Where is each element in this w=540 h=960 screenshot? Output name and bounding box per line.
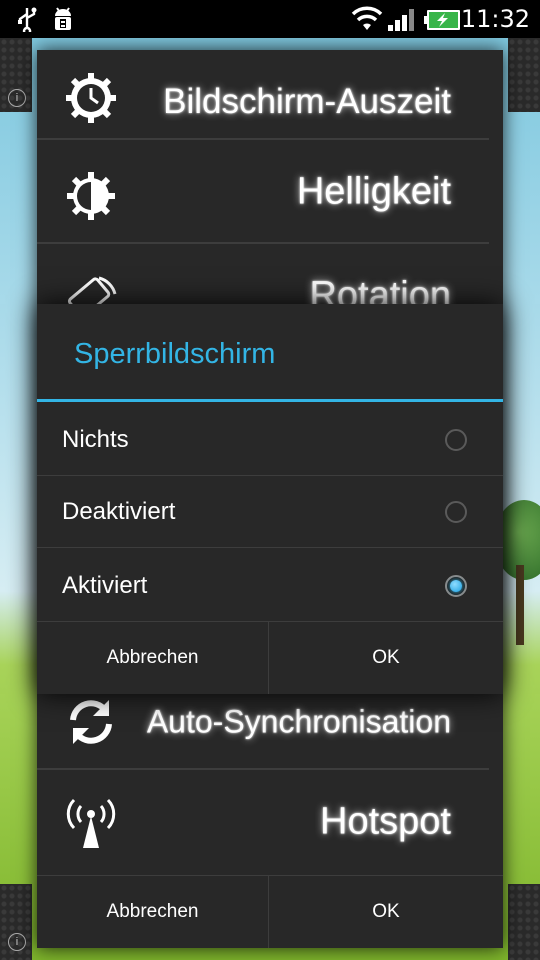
lock-dialog-buttons: Abbrechen OK — [37, 622, 503, 694]
list-item-rotation[interactable]: Rotation — [37, 244, 503, 304]
dialog-title: Sperrbildschirm — [74, 338, 276, 370]
clock: 11:32 — [460, 5, 530, 33]
option-label: Deaktiviert — [62, 498, 176, 525]
list-item-label: Auto-Synchronisation — [146, 703, 451, 740]
cancel-button[interactable]: Abbrechen — [37, 622, 269, 694]
option-enabled[interactable]: Aktiviert — [37, 550, 503, 622]
list-item-label: Helligkeit — [296, 170, 451, 213]
widget-frame-bottom-right — [508, 884, 540, 960]
radio-button-selected[interactable] — [445, 575, 467, 597]
ok-button[interactable]: OK — [270, 876, 502, 948]
info-icon[interactable]: i — [8, 933, 26, 951]
status-bar: 11:32 — [0, 0, 540, 38]
option-nothing[interactable]: Nichts — [37, 404, 503, 476]
clock-gear-icon — [66, 73, 116, 123]
tree-trunk — [516, 565, 524, 645]
option-label: Aktiviert — [62, 572, 148, 599]
list-item-screen-timeout[interactable]: Bildschirm-Auszeit — [37, 50, 503, 154]
title-divider — [37, 399, 503, 402]
option-label: Nichts — [62, 426, 129, 453]
list-item-brightness[interactable]: Helligkeit — [37, 140, 503, 244]
cancel-button[interactable]: Abbrechen — [37, 876, 269, 948]
brightness-icon — [67, 172, 115, 220]
android-debug-icon — [55, 7, 71, 30]
list-item-label: Bildschirm-Auszeit — [163, 82, 451, 121]
wifi-icon — [351, 6, 383, 30]
signal-icon — [388, 9, 414, 31]
ok-button[interactable]: OK — [270, 622, 502, 694]
divider — [37, 547, 503, 548]
option-disabled[interactable]: Deaktiviert — [37, 476, 503, 548]
rotation-icon — [67, 276, 117, 304]
lock-screen-dialog: Sperrbildschirm Nichts Deaktiviert Aktiv… — [37, 304, 503, 694]
widget-frame-right — [508, 38, 540, 112]
list-item-hotspot[interactable]: Hotspot — [37, 770, 503, 874]
settings-list-buttons: Abbrechen OK — [37, 875, 503, 948]
sync-icon — [70, 700, 112, 744]
battery-charging-icon — [424, 10, 460, 30]
radio-button[interactable] — [445, 429, 467, 451]
hotspot-icon — [66, 798, 116, 848]
radio-button[interactable] — [445, 501, 467, 523]
info-icon[interactable]: i — [8, 89, 26, 107]
usb-icon — [18, 7, 37, 32]
list-item-label: Rotation — [309, 274, 451, 305]
list-item-label: Hotspot — [320, 800, 451, 843]
